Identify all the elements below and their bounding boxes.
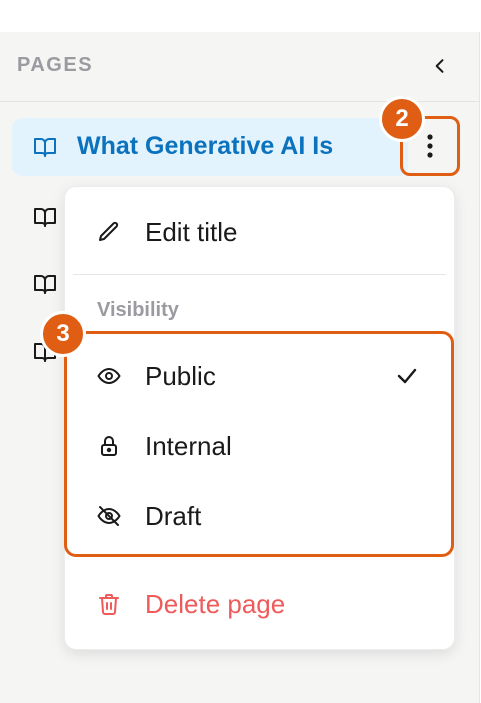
visibility-section-label: Visibility — [97, 299, 179, 321]
step-badge-2: 2 — [379, 96, 425, 142]
sidebar-title: PAGES — [17, 54, 94, 76]
edit-title-label: Edit title — [145, 217, 238, 247]
step-badge-3: 3 — [40, 311, 86, 357]
book-open-icon[interactable] — [33, 205, 57, 229]
pencil-icon — [99, 221, 119, 241]
book-open-icon[interactable] — [33, 272, 57, 296]
book-open-icon — [34, 138, 56, 157]
more-vertical-icon — [427, 134, 433, 158]
trash-icon — [99, 594, 119, 615]
collapse-sidebar-button[interactable] — [428, 54, 452, 78]
page-item-label: What Generative AI Is — [77, 132, 334, 160]
edit-title-menu-item[interactable]: Edit title — [65, 204, 454, 260]
menu-divider — [73, 274, 446, 275]
visibility-options-highlight — [64, 331, 454, 557]
sidebar-header: PAGES — [0, 32, 479, 102]
delete-page-menu-item[interactable]: Delete page — [65, 576, 454, 632]
page-item-what-generative-ai-is[interactable]: What Generative AI Is — [12, 118, 408, 176]
delete-page-label: Delete page — [145, 589, 286, 619]
chevron-left-icon — [435, 59, 444, 73]
